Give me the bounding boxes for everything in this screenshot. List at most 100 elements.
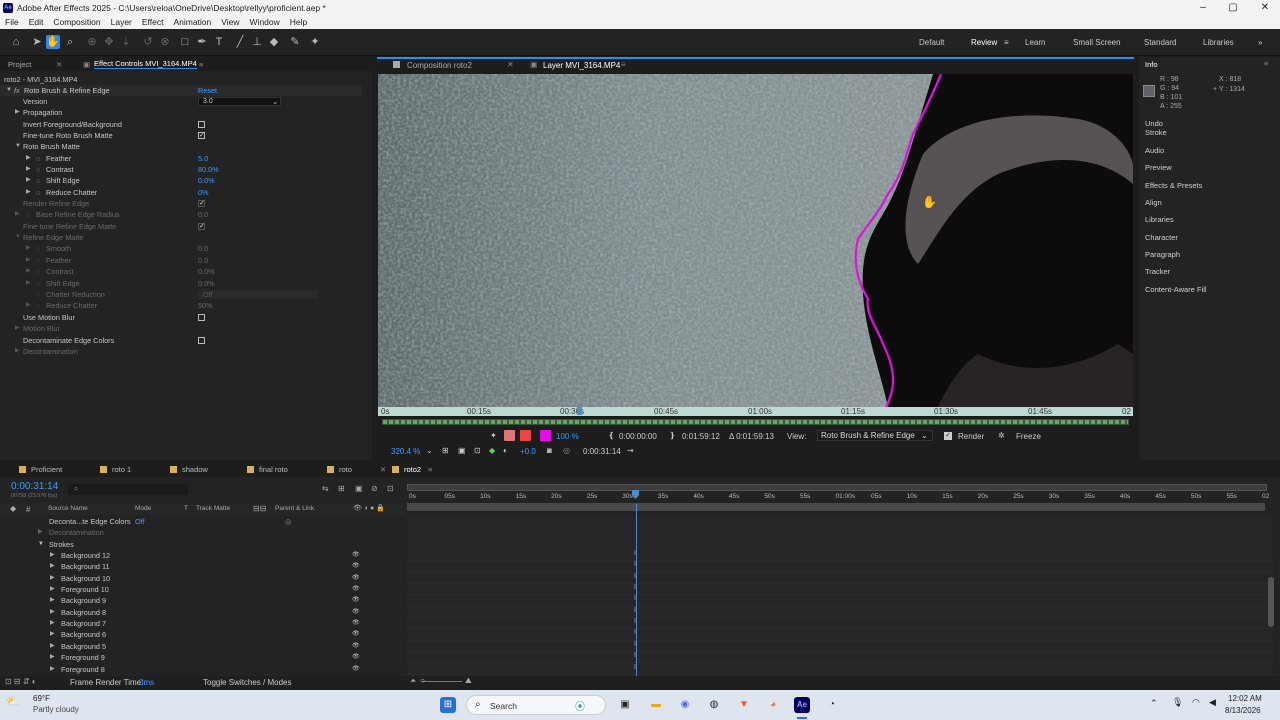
menu-file[interactable]: File [0, 17, 24, 27]
panel-libraries[interactable]: Libraries [1145, 215, 1174, 224]
workspace-menu-icon[interactable]: ≡ [1004, 38, 1009, 47]
expand-triangle-icon[interactable]: ▶ [50, 641, 55, 652]
footage-frame[interactable]: ✋ [378, 74, 1133, 457]
chatter-reduction-dropdown[interactable]: Off [198, 290, 318, 299]
visibility-eye-icon[interactable]: 👁 [352, 584, 360, 595]
freeze-icon[interactable]: ✲ [998, 431, 1005, 440]
zoom-out-icon[interactable]: ⏶ [410, 676, 416, 686]
set-time-icon[interactable]: ⇝ [627, 446, 634, 455]
brush-tool-icon[interactable]: ╱ [233, 35, 247, 49]
playhead-handle[interactable] [632, 490, 639, 499]
zoom-in-icon[interactable]: ⛰ [465, 676, 472, 686]
hand-tool-icon[interactable]: ✋ [46, 35, 60, 49]
tab-roto2[interactable]: roto2 [392, 465, 421, 474]
panel-align[interactable]: Align [1145, 198, 1162, 207]
anchor-tool-icon[interactable]: ⊗ [158, 35, 172, 49]
panel-menu-icon[interactable]: ≡ [621, 60, 626, 69]
current-time[interactable]: 0:00:31:14 [583, 447, 621, 456]
close-icon[interactable]: ✕ [1250, 0, 1280, 15]
stroke-layer-row[interactable]: ▶ Background 8 👁 [0, 607, 405, 618]
stroke-layer-row[interactable]: ▶ Background 7 👁 [0, 618, 405, 629]
stroke-keyframe-row[interactable]: I [407, 595, 1273, 607]
stroke-keyframe-row[interactable]: I [407, 573, 1273, 584]
expand-triangle-icon[interactable]: ▶ [50, 573, 55, 584]
steam-icon[interactable]: ◍ [706, 697, 722, 713]
task-view-icon[interactable]: ▣ [617, 697, 633, 713]
stroke-color-swatch[interactable] [540, 430, 551, 441]
taskbar-search-box[interactable]: ⌕ Search ⦿ [466, 695, 606, 715]
frame-blending-icon[interactable]: ⊘ [371, 484, 378, 493]
eraser-tool-icon[interactable]: ◆ [267, 35, 281, 49]
view-dropdown[interactable]: Roto Brush & Refine Edge [817, 430, 933, 441]
menu-view[interactable]: View [216, 17, 244, 27]
zoom-value[interactable]: 320.4 % [391, 447, 420, 456]
file-explorer-icon[interactable]: ▬ [648, 697, 664, 713]
panel-effects-presets[interactable]: Effects & Presets [1145, 181, 1202, 190]
firefox-icon[interactable]: ◕ [765, 697, 781, 713]
stroke-keyframe-row[interactable]: I [407, 618, 1273, 630]
toggle-switches-button[interactable]: Toggle Switches / Modes [203, 678, 292, 687]
panel-menu-icon[interactable]: ≡ [1264, 59, 1268, 68]
menu-window[interactable]: Window [245, 17, 285, 27]
finetune-refine-checkbox[interactable] [198, 221, 205, 232]
expand-triangle-icon[interactable]: ▶ [50, 595, 55, 606]
workspace-small-screen[interactable]: Small Screen [1073, 38, 1121, 47]
after-effects-taskbar-icon[interactable]: Ae [794, 697, 810, 713]
workspace-standard[interactable]: Standard [1144, 38, 1176, 47]
panel-character[interactable]: Character [1145, 233, 1178, 242]
invert-checkbox[interactable] [198, 121, 205, 128]
stroke-layer-row[interactable]: ▶ Background 12 👁 [0, 550, 405, 561]
rectangle-tool-icon[interactable]: □ [178, 35, 192, 49]
tab-composition[interactable]: Composition roto2 [407, 61, 472, 70]
tab-shadow[interactable]: shadow [170, 465, 208, 474]
timeline-scrollbar[interactable] [1268, 577, 1274, 627]
panel-menu-icon[interactable]: ≡ [428, 465, 432, 474]
discord-icon[interactable]: ◉ [677, 697, 693, 713]
finetune-roto-checkbox[interactable] [198, 130, 205, 141]
transparency-grid-icon[interactable]: ⊡ [474, 446, 481, 455]
info-title[interactable]: Info [1145, 60, 1158, 69]
timeline-ruler[interactable]: 0s 05s 10s 15s 20s 25s 30s 35s 40s 45s 50s 55s 01:00… [407, 484, 1273, 514]
workspace-learn[interactable]: Learn [1025, 38, 1045, 47]
stroke-keyframe-row[interactable]: I [407, 561, 1273, 573]
orbit-tool-icon[interactable]: ⊕ [85, 35, 99, 49]
visibility-eye-icon[interactable]: 👁 [352, 641, 360, 652]
expand-triangle-icon[interactable]: ▶ [50, 584, 55, 595]
stroke-layer-row[interactable]: ▶ Background 5 👁 [0, 641, 405, 652]
tab-final-roto[interactable]: final roto [247, 465, 288, 474]
minimize-icon[interactable]: – [1188, 0, 1218, 15]
expand-triangle-icon[interactable]: ▶ [50, 652, 55, 663]
expand-triangle-icon[interactable]: ▶ [50, 664, 55, 675]
motion-blur-checkbox[interactable] [198, 314, 205, 321]
visibility-eye-icon[interactable]: 👁 [352, 561, 360, 572]
stroke-keyframe-row[interactable]: I [407, 664, 1273, 675]
clock-time[interactable]: 12:02 AM [1228, 694, 1262, 703]
close-tab-icon[interactable]: ✕ [380, 465, 386, 474]
out-time[interactable]: 0:01:59:12 [682, 432, 720, 441]
reset-link[interactable]: Reset [198, 85, 217, 96]
render-refine-checkbox[interactable] [198, 198, 205, 209]
hide-shy-icon[interactable]: ▣ [355, 484, 363, 493]
visibility-eye-icon[interactable]: 👁 [352, 629, 360, 640]
render-checkbox[interactable]: ✓ [944, 432, 952, 440]
graph-editor-icon[interactable]: ⊡ [387, 484, 394, 493]
stroke-layer-row[interactable]: ▶ Background 10 👁 [0, 573, 405, 584]
tab-effect-controls[interactable]: Effect Controls MVI_3164.MP4 [94, 59, 197, 69]
feather-value[interactable]: 5.0 [198, 153, 208, 164]
visibility-eye-icon[interactable]: 👁 [352, 550, 360, 561]
add-stroke-icon[interactable]: ✦ [490, 431, 497, 440]
version-dropdown[interactable]: 3.0 [198, 97, 281, 106]
pen-tool-icon[interactable]: ✒ [195, 35, 209, 49]
current-time-indicator[interactable] [577, 407, 582, 415]
panel-paragraph[interactable]: Paragraph [1145, 250, 1180, 259]
background-color-swatch[interactable] [520, 430, 531, 441]
stroke-layer-row[interactable]: ▶ Background 11 👁 [0, 561, 405, 572]
menu-effect[interactable]: Effect [137, 17, 169, 27]
menu-animation[interactable]: Animation [168, 17, 216, 27]
stroke-layer-row[interactable]: ▶ Background 9 👁 [0, 595, 405, 606]
show-snapshot-icon[interactable]: ◎ [563, 446, 570, 455]
expand-triangle-icon[interactable]: ▶ [50, 561, 55, 572]
workspace-default[interactable]: Default [919, 38, 944, 47]
panel-menu-icon[interactable]: ≡ [199, 60, 203, 69]
clone-stamp-tool-icon[interactable]: ⊥ [250, 35, 264, 49]
